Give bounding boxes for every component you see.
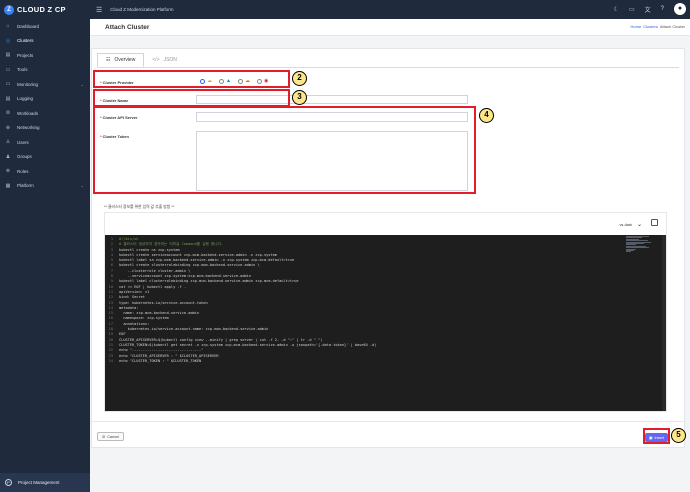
sidebar-item-label: Workloads	[17, 110, 39, 116]
menu-toggle-icon[interactable]: ☰	[96, 6, 102, 14]
footer-divider	[92, 421, 684, 422]
code-line: 24 echo "CLUSTER_TOKEN : " $CLUSTER_TOKEN	[105, 359, 666, 364]
sidebar: ⌂ Dashboard ◎ Clusters ▤ Projects ▭ Tools ▭ Monit…	[0, 19, 90, 492]
highlight-box-api-token	[93, 106, 476, 194]
sidebar-item-users[interactable]: ♙ Users	[0, 135, 90, 150]
projects-icon: ▤	[5, 52, 11, 59]
highlight-box-name	[93, 89, 290, 107]
extraction-guide-note: ** 클러스터 정보를 위한 입력 값 추출 방법 **	[104, 205, 175, 209]
tab-json-label: JSON	[163, 57, 177, 63]
users-icon: ♙	[5, 139, 11, 146]
sidebar-item-tools[interactable]: ▭ Tools	[0, 63, 90, 78]
sidebar-item-logging[interactable]: ▤ Logging	[0, 92, 90, 107]
code-icon: </>	[152, 57, 160, 63]
breadcrumb: Home Clusters Attach Cluster	[631, 24, 685, 29]
logging-icon: ▤	[5, 95, 11, 102]
brand-logo-icon: Z	[4, 4, 14, 15]
annotation-badge-3: 3	[292, 90, 307, 105]
theme-select-value: vs-dark	[619, 222, 632, 227]
dashboard-icon: ⌂	[6, 23, 10, 30]
moon-icon[interactable]: ☾	[614, 6, 619, 13]
language-icon[interactable]: 文	[645, 5, 651, 14]
tab-divider	[97, 66, 679, 68]
theme-select[interactable]: vs-dark ⌄	[620, 221, 642, 228]
help-icon[interactable]: ?	[661, 6, 664, 12]
project-management-label: Project Management	[18, 480, 60, 485]
breadcrumb-current: Attach Cluster	[659, 24, 685, 29]
code-minimap[interactable]	[626, 236, 652, 256]
chevron-down-icon: ⌄	[80, 183, 84, 189]
sidebar-item-workloads[interactable]: ⚙ Workloads	[0, 106, 90, 121]
copy-icon[interactable]	[651, 219, 658, 226]
sidebar-item-monitoring[interactable]: ▭ Monitoring ⌄	[0, 77, 90, 92]
monitor-icon[interactable]: ▭	[629, 6, 635, 13]
roles-icon: ⊛	[5, 168, 11, 175]
breadcrumb-clusters[interactable]: Clusters	[643, 24, 658, 29]
tab-json[interactable]: </> JSON	[144, 53, 185, 67]
sidebar-item-label: Users	[17, 139, 29, 145]
monitoring-icon: ▭	[5, 81, 11, 88]
tab-overview-label: Overview	[114, 57, 136, 63]
sidebar-item-roles[interactable]: ⊛ Roles	[0, 164, 90, 179]
page-header: Attach Cluster Home Clusters Attach Clus…	[90, 19, 690, 36]
workloads-icon: ⚙	[5, 110, 11, 117]
tab-overview[interactable]: ☷ Overview	[97, 53, 145, 67]
list-icon: ☷	[106, 57, 111, 63]
line-number: 24	[108, 358, 113, 363]
code-viewer: vs-dark ⌄ 1 #!/bin/sh 2 # 클러스터 생성하여 접속하는 터미…	[104, 212, 667, 412]
project-management-button[interactable]: P Project Management	[0, 473, 90, 492]
platform-icon: ▦	[5, 182, 11, 189]
networking-icon: ⊕	[5, 124, 11, 131]
brand[interactable]: Z CLOUD Z CP	[0, 0, 90, 19]
back-icon: ⊘	[102, 435, 106, 439]
platform-title: Cloud Z Modernization Platform	[110, 7, 174, 12]
sidebar-item-label: Clusters	[17, 38, 34, 44]
code-scrollbar[interactable]	[662, 235, 666, 411]
sidebar-item-label: Networking	[17, 125, 40, 131]
user-avatar-icon[interactable]: ●	[674, 3, 686, 15]
annotation-badge-5: 5	[671, 428, 686, 443]
sidebar-item-clusters[interactable]: ◎ Clusters	[0, 34, 90, 49]
annotation-badge-2: 2	[292, 71, 307, 86]
sidebar-item-label: Dashboard	[17, 23, 40, 29]
cancel-button[interactable]: ⊘ Cancel	[97, 432, 125, 441]
code-toolbar: vs-dark ⌄	[105, 213, 666, 235]
sidebar-item-label: Groups	[17, 154, 32, 160]
brand-name: CLOUD Z CP	[17, 5, 66, 14]
code-text: kubernetes.io/service-account.name: zcp-…	[119, 327, 269, 332]
annotation-badge-4: 4	[479, 108, 494, 123]
sidebar-item-label: Roles	[17, 168, 29, 174]
groups-icon: ♟	[5, 153, 11, 160]
page-title: Attach Cluster	[105, 23, 150, 31]
sidebar-item-label: Logging	[17, 96, 34, 102]
cancel-button-label: Cancel	[107, 434, 120, 439]
sidebar-item-label: Platform	[17, 183, 34, 189]
sidebar-item-label: Projects	[17, 52, 34, 58]
highlight-box-insert	[643, 428, 670, 444]
chevron-down-icon: ⌄	[80, 81, 84, 87]
sidebar-item-platform[interactable]: ▦ Platform ⌄	[0, 179, 90, 194]
sidebar-item-projects[interactable]: ▤ Projects	[0, 48, 90, 63]
sidebar-item-groups[interactable]: ♟ Groups	[0, 150, 90, 165]
tools-icon: ▭	[5, 66, 11, 73]
highlight-box-provider	[93, 70, 290, 88]
top-bar: Z CLOUD Z CP ☰ Cloud Z Modernization Pla…	[0, 0, 690, 19]
chevron-down-icon: ⌄	[636, 222, 642, 228]
code-text: echo "CLUSTER_TOKEN : " $CLUSTER_TOKEN	[119, 358, 202, 363]
clusters-icon: ◎	[5, 37, 11, 44]
project-management-icon: P	[5, 479, 12, 486]
code-editor[interactable]: 1 #!/bin/sh 2 # 클러스터 생성하여 접속하는 터미널 Command를…	[105, 235, 666, 411]
sidebar-item-label: Tools	[17, 67, 28, 73]
tab-bar: ☷ Overview </> JSON	[97, 53, 185, 67]
breadcrumb-home[interactable]: Home	[631, 24, 642, 29]
sidebar-item-dashboard[interactable]: ⌂ Dashboard	[0, 19, 90, 34]
sidebar-item-label: Monitoring	[17, 81, 39, 87]
sidebar-item-networking[interactable]: ⊕ Networking	[0, 121, 90, 136]
